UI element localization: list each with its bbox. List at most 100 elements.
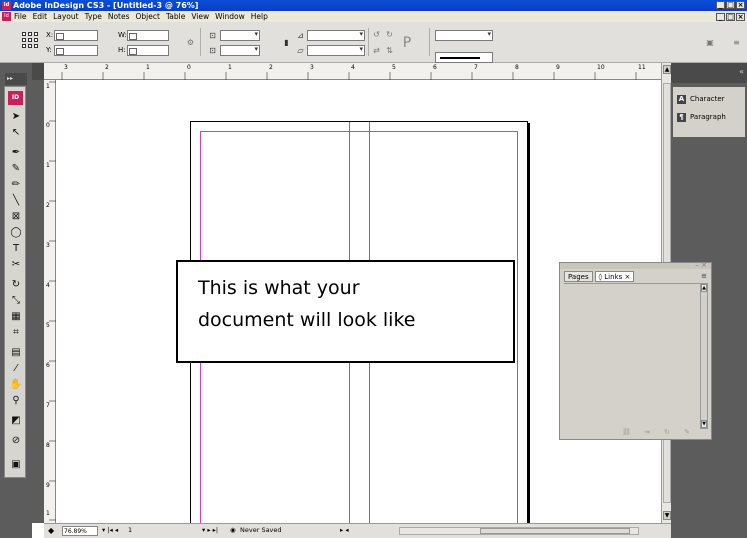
height-field[interactable]: H: [118,45,174,56]
panel-title-strip[interactable]: – × [560,261,711,269]
character-icon: A [677,94,686,104]
links-scroll-up-icon[interactable]: ▲ [701,284,707,292]
indesign-app-icon[interactable]: Id [2,1,11,10]
status-bar: ◆ 76.89% ▾ |◂ ◂ 1 ▾ ▸ ▸| ◉ Never Saved ▸… [44,523,671,538]
menu-window[interactable]: Window [215,11,245,22]
shear-angle-field[interactable] [307,45,365,56]
document-icon[interactable]: Id [2,12,11,21]
scale-x-field[interactable] [220,30,260,41]
vertical-ruler[interactable]: 1 0 1 2 3 4 5 6 7 8 9 1 [44,80,56,523]
flip-vertical-icon[interactable]: ⇅ [385,46,394,55]
direct-selection-tool-icon[interactable]: ↖ [8,125,24,141]
doc-maximize-button[interactable]: □ [726,13,735,21]
ruler-label: 4 [46,282,50,289]
page-next-icon[interactable]: ▾ ▸ ▸| [202,524,218,537]
doc-minimize-button[interactable]: _ [716,13,725,21]
pencil-tool-icon[interactable]: ✏ [8,177,24,193]
selection-tool-icon[interactable]: ➤ [8,109,24,125]
fill-stroke-swatch-icon[interactable]: ◩ [8,413,24,429]
eyedropper-tool-icon[interactable]: ⁄ [8,361,24,377]
horizontal-scroll-thumb[interactable] [480,528,630,534]
rotate-cw-icon[interactable]: ↻ [385,30,394,39]
rotation-angle-field[interactable] [307,30,365,41]
scroll-up-arrow-icon[interactable]: ▲ [663,65,671,74]
tab-links[interactable]: ◊ Links × [594,271,635,282]
scale-tool-icon[interactable]: ⤡ [8,293,24,309]
type-tool-icon[interactable]: T [8,241,24,257]
reference-point-icon[interactable] [22,32,38,48]
menu-layout[interactable]: Layout [53,11,79,22]
zoom-icon[interactable]: ◆ [48,524,54,537]
links-scrollbar[interactable]: ▲ ▼ [700,283,708,429]
relink-icon[interactable]: ⛓ [622,428,631,436]
minimize-button[interactable]: _ [716,1,725,9]
panel-window-controls[interactable]: – × [695,261,707,269]
rectangle-frame-tool-icon[interactable]: ⊠ [8,209,24,225]
scroll-down-arrow-icon[interactable]: ▼ [663,511,671,520]
ellipse-tool-icon[interactable]: ◯ [8,225,24,241]
menu-help[interactable]: Help [251,11,268,22]
go-to-link-icon[interactable]: ⇥ [644,428,650,436]
free-transform-tool-icon[interactable]: ⌗ [8,325,24,341]
status-menu-icon[interactable]: ▸ ◂ [340,524,349,537]
zoom-tool-icon[interactable]: ⚲ [8,393,24,409]
constrain-scale-icon[interactable]: ▮ [282,38,291,47]
menu-notes[interactable]: Notes [108,11,130,22]
add-anchor-tool-icon[interactable]: ✎ [8,161,24,177]
paragraph-panel-button[interactable]: ¶ Paragraph [677,109,726,125]
character-panel-button[interactable]: A Character [677,91,725,107]
scissors-tool-icon[interactable]: ✂ [8,257,24,273]
rotate-tool-icon[interactable]: ↻ [8,277,24,293]
links-panel-footer: ⛓ ⇥ ↻ ✎ [560,428,711,439]
page-number-field[interactable]: 1 [128,524,132,537]
window-title: Adobe InDesign CS3 - [Untitled-3 @ 76%] [13,1,199,10]
gradient-tool-icon[interactable]: ▦ [8,309,24,325]
links-scroll-down-icon[interactable]: ▼ [701,420,707,428]
scale-y-field[interactable] [220,45,260,56]
close-button[interactable]: × [736,1,745,9]
tab-pages[interactable]: Pages [564,271,593,282]
tools-panel-header[interactable]: ▸▸ [5,73,27,85]
doc-close-button[interactable]: × [736,13,745,21]
update-link-icon[interactable]: ↻ [664,428,670,436]
paragraph-direction-icon[interactable]: P [398,36,416,50]
menu-view[interactable]: View [191,11,209,22]
page-first-icon[interactable]: ▾ |◂ ◂ [102,524,118,537]
menu-file[interactable]: File [14,11,27,22]
title-bar: Id Adobe InDesign CS3 - [Untitled-3 @ 76… [0,0,747,11]
panel-menu-icon[interactable]: ≡ [701,272,707,280]
menu-edit[interactable]: Edit [33,11,48,22]
horizontal-scrollbar[interactable] [399,527,639,535]
preview-mode-icon[interactable]: ▣ [8,457,24,473]
fill-swatch-dropdown[interactable] [435,30,493,41]
line-tool-icon[interactable]: ╲ [8,193,24,209]
bridge-icon[interactable]: ▣ [703,38,717,47]
edit-original-icon[interactable]: ✎ [684,428,690,436]
stroke-type-dropdown[interactable] [435,52,493,63]
right-dock-header[interactable]: « [671,63,747,83]
pages-links-panel[interactable]: – × Pages ◊ Links × ≡ ▲ ▼ ⛓ ⇥ ↻ ✎ [559,261,712,440]
menu-type[interactable]: Type [85,11,102,22]
apply-none-icon[interactable]: ⊘ [8,433,24,449]
collapse-panels-icon[interactable]: « [739,67,744,76]
zoom-field[interactable]: 76.89% [62,526,98,536]
rotate-ccw-icon[interactable]: ↺ [372,30,381,39]
flip-horizontal-icon[interactable]: ⇄ [372,46,381,55]
y-position-field[interactable]: Y: [46,45,102,56]
width-field[interactable]: W: [118,30,174,41]
version-cue-icon[interactable]: ◉ [230,524,236,537]
x-position-field[interactable]: X: [46,30,102,41]
menu-table[interactable]: Table [166,11,185,22]
hand-tool-icon[interactable]: ✋ [8,377,24,393]
links-list[interactable] [564,283,700,429]
menu-object[interactable]: Object [136,11,160,22]
constrain-proportions-icon[interactable]: ⚙ [186,38,195,47]
ruler-origin[interactable] [32,63,44,80]
note-tool-icon[interactable]: ▤ [8,345,24,361]
ruler-label: 1 [46,83,50,90]
horizontal-ruler[interactable]: 3 2 1 0 1 2 3 4 5 6 7 8 9 10 11 [44,63,661,80]
maximize-button[interactable]: □ [726,1,735,9]
pen-tool-icon[interactable]: ✒ [8,145,24,161]
callout-line-1: This is what your [198,277,360,299]
control-menu-icon[interactable]: ≡ [732,38,741,47]
